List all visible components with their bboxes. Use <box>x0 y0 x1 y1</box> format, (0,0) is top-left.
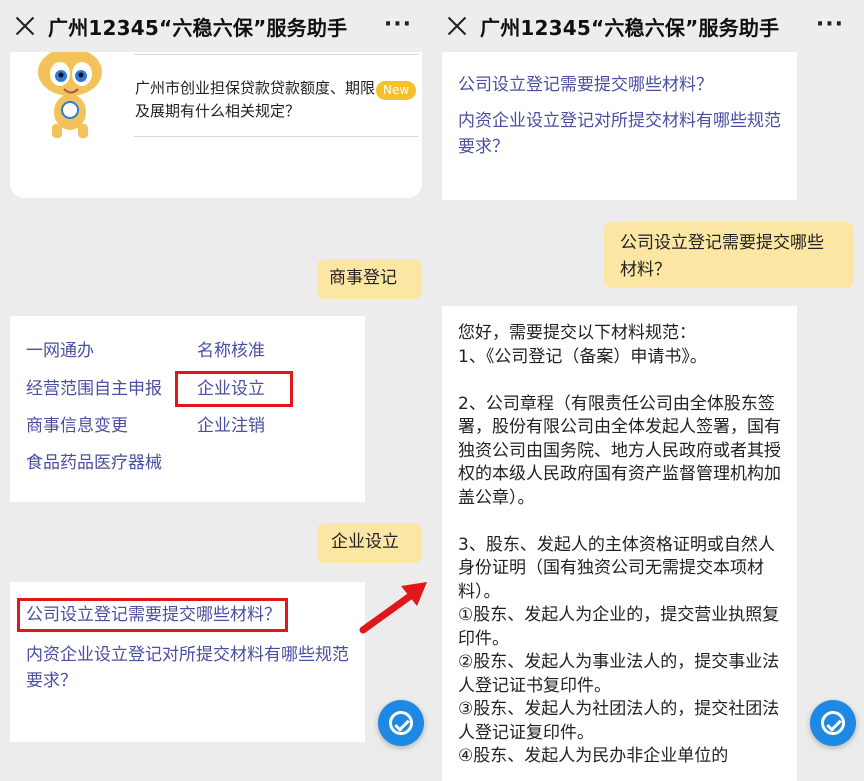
suggestion-card: 公司设立登记需要提交哪些材料？ 内资企业设立登记对所提交材料有哪些规范要求？ <box>442 52 797 200</box>
user-message-bubble: 公司设立登记需要提交哪些材料？ <box>604 222 854 288</box>
menu-item-shangshibiangeng[interactable]: 商事信息变更 <box>26 413 128 439</box>
answer-line: 1、《公司登记（备案）申请书》。 <box>458 346 707 367</box>
faq-card: 广州市创业担保贷款贷款额度、期限及展期有什么相关规定？ New <box>10 52 422 198</box>
answer-line: ②股东、发起人为事业法人的，提交事业法人登记证书复印件。 <box>458 652 780 696</box>
menu-item-jingyingfanwei[interactable]: 经营范围自主申报 <box>26 376 162 402</box>
answer-line: 您好，需要提交以下材料规范： <box>458 323 696 343</box>
answer-card: 您好，需要提交以下材料规范： 1、《公司登记（备案）申请书》。 2、公司章程（有… <box>442 306 797 781</box>
page-title: 广州12345“六稳六保”服务助手 <box>48 16 348 40</box>
answer-line: ③股东、发起人为社团法人的，提交社团法人登记证复印件。 <box>458 699 780 743</box>
mascot-image <box>38 52 102 138</box>
user-message-text: 商事登记 <box>329 268 397 288</box>
menu-item-shipinyaopin[interactable]: 食品药品医疗器械 <box>26 450 162 476</box>
close-icon[interactable] <box>12 13 38 39</box>
suggestion-item[interactable]: 内资企业设立登记对所提交材料有哪些规范要求？ <box>458 108 788 160</box>
answer-line <box>458 369 788 393</box>
title-bar: 广州12345“六稳六保”服务助手 ··· <box>0 0 432 52</box>
new-badge: New <box>376 81 417 100</box>
arrow-icon <box>359 582 427 634</box>
user-message-text: 企业设立 <box>331 532 399 552</box>
title-bar: 广州12345“六稳六保”服务助手 ··· <box>432 0 864 52</box>
suggestion-item[interactable]: 公司设立登记需要提交哪些材料？ <box>458 72 788 98</box>
more-icon[interactable]: ··· <box>384 12 412 37</box>
user-message-bubble: 商事登记 <box>317 259 422 299</box>
right-chat-panel: 广州12345“六稳六保”服务助手 ··· 公司设立登记需要提交哪些材料？ 内资… <box>432 0 864 781</box>
page-title: 广州12345“六稳六保”服务助手 <box>480 16 780 40</box>
faq-item[interactable]: 广州市创业担保贷款贷款额度、期限及展期有什么相关规定？ <box>135 77 375 123</box>
close-icon[interactable] <box>444 13 470 39</box>
assistant-fab-icon[interactable] <box>378 700 424 746</box>
answer-text: 您好，需要提交以下材料规范： 1、《公司登记（备案）申请书》。 2、公司章程（有… <box>458 322 788 769</box>
answer-line: ①股东、发起人为企业的，提交营业执照复印件。 <box>458 605 780 649</box>
answer-line <box>458 510 788 534</box>
answer-line: 3、股东、发起人的主体资格证明或自然人身份证明（国有独资公司无需提交本项材料）。 <box>458 534 775 602</box>
suggestion-item[interactable]: 内资企业设立登记对所提交材料有哪些规范要求？ <box>26 642 356 694</box>
highlight-box <box>175 371 293 407</box>
service-menu-card: 一网通办 名称核准 经营范围自主申报 企业设立 商事信息变更 企业注销 食品药品… <box>10 316 365 502</box>
user-message-bubble: 企业设立 <box>317 523 422 563</box>
user-message-text: 公司设立登记需要提交哪些材料？ <box>620 233 824 280</box>
answer-line: ④股东、发起人为民办非企业单位的 <box>458 746 729 766</box>
more-icon[interactable]: ··· <box>816 12 844 37</box>
divider <box>134 54 418 55</box>
faq-item-label: 广州市创业担保贷款贷款额度、期限及展期有什么相关规定？ <box>135 79 376 120</box>
menu-item-mingchenghezhun[interactable]: 名称核准 <box>197 338 265 364</box>
left-chat-panel: 广州12345“六稳六保”服务助手 ··· 广州市创业担保贷款贷款额度、期限及展… <box>0 0 432 781</box>
divider <box>134 136 418 137</box>
menu-item-yiwangtongban[interactable]: 一网通办 <box>26 338 94 364</box>
highlight-box <box>17 598 288 632</box>
menu-item-qiyezhuxiao[interactable]: 企业注销 <box>197 413 265 439</box>
assistant-fab-icon[interactable] <box>810 700 856 746</box>
answer-line: 2、公司章程（有限责任公司由全体股东签署，股份有限公司由全体发起人签署，国有独资… <box>458 393 781 508</box>
